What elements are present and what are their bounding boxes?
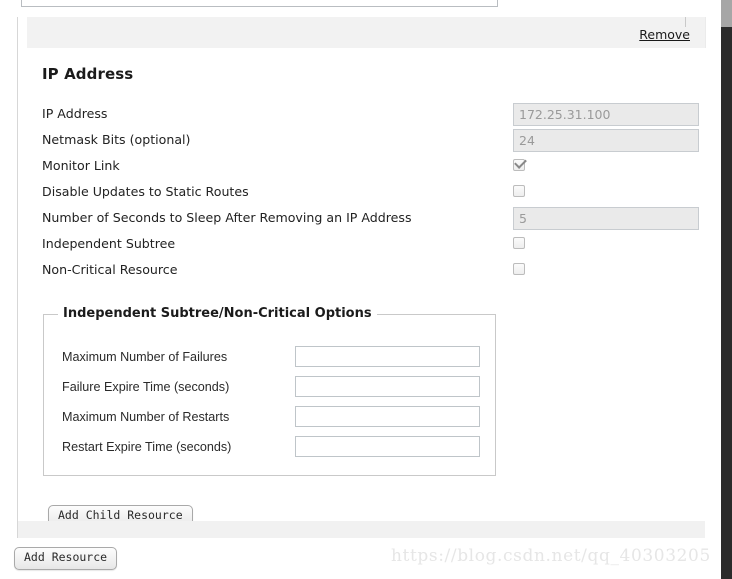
disable-static-routes-checkbox[interactable] [513,185,525,197]
resource-panel: Remove IP Address IP Address Netmask Bit… [17,17,706,528]
label-sleep-seconds: Number of Seconds to Sleep After Removin… [42,210,412,225]
field-wrapper-sleep-seconds [513,207,699,230]
independent-subtree-options-fieldset: Independent Subtree/Non-Critical Options… [43,306,496,476]
property-row-disable-static-routes: Disable Updates to Static Routes [42,181,692,207]
fieldset-field-list: Maximum Number of Failures Failure Expir… [62,346,482,466]
label-restart-expire-time: Restart Expire Time (seconds) [62,440,232,454]
label-ip-address: IP Address [42,106,108,121]
field-wrapper-non-critical-resource [513,259,525,278]
label-non-critical-resource: Non-Critical Resource [42,262,178,277]
label-independent-subtree: Independent Subtree [42,236,176,251]
property-row-ip-address: IP Address [42,103,699,129]
label-monitor-link: Monitor Link [42,158,120,173]
label-netmask-bits: Netmask Bits (optional) [42,132,191,147]
property-row-independent-subtree: Independent Subtree [42,233,692,259]
independent-subtree-checkbox[interactable] [513,237,525,249]
field-wrapper-disable-static-routes [513,181,525,200]
add-resource-button[interactable]: Add Resource [14,547,118,570]
fieldset-row-failure-expire-time: Failure Expire Time (seconds) [62,376,482,406]
resource-panel-inner: Remove IP Address IP Address Netmask Bit… [27,17,706,528]
field-wrapper-monitor-link [513,155,525,174]
fieldset-row-restart-expire-time: Restart Expire Time (seconds) [62,436,482,466]
property-row-non-critical-resource: Non-Critical Resource [42,259,692,285]
page-title: IP Address [42,65,134,83]
failure-expire-time-input[interactable] [295,376,480,397]
property-row-monitor-link: Monitor Link [42,155,692,181]
field-wrapper-ip-address [513,103,699,126]
max-failures-input[interactable] [295,346,480,367]
app-window: Remove IP Address IP Address Netmask Bit… [0,0,732,579]
remove-link[interactable]: Remove [639,27,690,42]
label-disable-static-routes: Disable Updates to Static Routes [42,184,249,199]
vertical-scrollbar[interactable] [721,0,732,579]
ip-address-input[interactable] [513,103,699,126]
scrolled-off-text-input[interactable] [21,0,498,7]
property-row-sleep-seconds: Number of Seconds to Sleep After Removin… [42,207,699,233]
property-row-netmask-bits: Netmask Bits (optional) [42,129,699,155]
header-divider-tick [685,17,686,27]
property-list: IP Address Netmask Bits (optional) Monit… [42,103,699,285]
non-critical-resource-checkbox[interactable] [513,263,525,275]
fieldset-legend: Independent Subtree/Non-Critical Options [58,306,377,321]
field-wrapper-independent-subtree [513,233,525,252]
panel-footer-strip [17,521,705,538]
vertical-scrollbar-thumb[interactable] [721,0,732,27]
max-restarts-input[interactable] [295,406,480,427]
fieldset-row-max-restarts: Maximum Number of Restarts [62,406,482,436]
resource-header-bar: Remove [27,17,706,48]
watermark-text: https://blog.csdn.net/qq_40303205 [391,546,711,566]
label-max-restarts: Maximum Number of Restarts [62,410,230,424]
label-failure-expire-time: Failure Expire Time (seconds) [62,380,230,394]
netmask-bits-input[interactable] [513,129,699,152]
monitor-link-checkbox[interactable] [513,159,525,171]
field-wrapper-netmask-bits [513,129,699,152]
label-max-failures: Maximum Number of Failures [62,350,228,364]
sleep-seconds-input[interactable] [513,207,699,230]
restart-expire-time-input[interactable] [295,436,480,457]
fieldset-row-max-failures: Maximum Number of Failures [62,346,482,376]
